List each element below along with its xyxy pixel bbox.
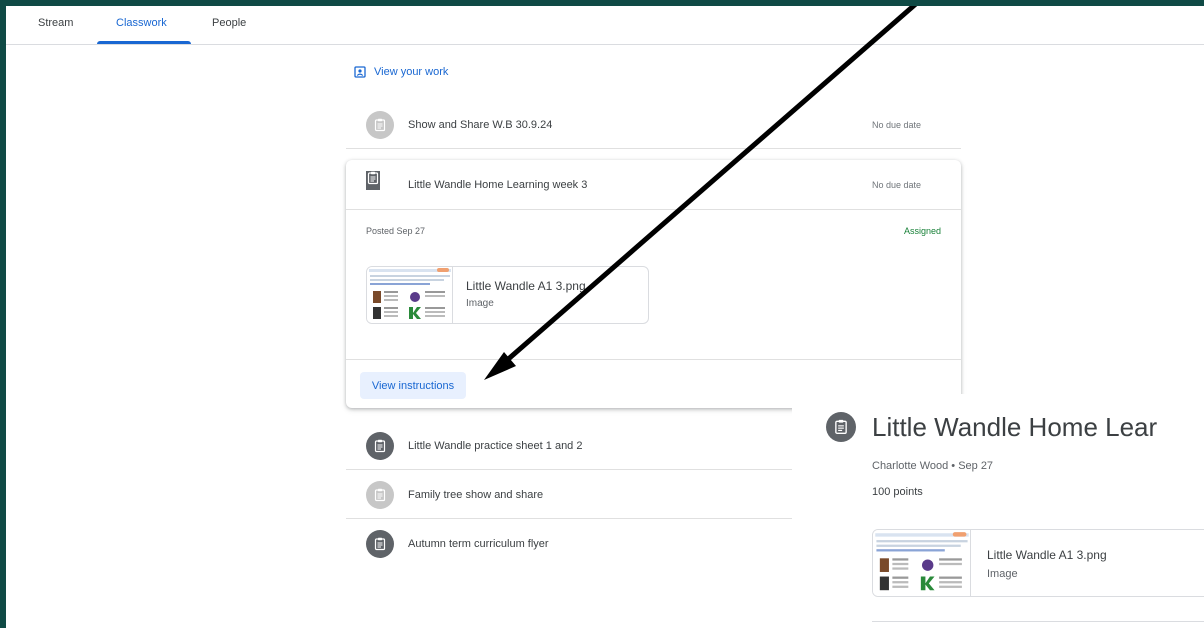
tab-stream[interactable]: Stream [38, 17, 73, 29]
assignment-icon [366, 481, 394, 509]
expanded-assignment-card: Little Wandle Home Learning week 3 No du… [346, 160, 961, 408]
tab-classwork[interactable]: Classwork [116, 17, 167, 29]
view-instructions-button[interactable]: View instructions [360, 372, 466, 399]
detail-meta: Charlotte Wood • Sep 27 [872, 460, 994, 472]
detail-title: Little Wandle Home Lear [872, 412, 1158, 442]
item-title: Family tree show and share [408, 488, 544, 501]
posted-date: Posted Sep 27 [366, 226, 426, 236]
attachment-type: Image [466, 298, 494, 309]
assignment-icon [826, 412, 856, 442]
detail-attachment-card[interactable]: Little Wandle A1 3.png Image [872, 529, 1204, 597]
assignment-icon [366, 111, 394, 139]
attachment-name: Little Wandle A1 3.png [466, 279, 586, 293]
item-title: Little Wandle practice sheet 1 and 2 [408, 439, 583, 452]
classroom-frame: Stream Classwork People View your work S… [6, 6, 1204, 628]
active-tab-indicator [97, 41, 191, 44]
view-work-icon [354, 66, 366, 78]
view-your-work-link[interactable]: View your work [354, 66, 448, 78]
attachment-type: Image [987, 568, 1018, 580]
classwork-item[interactable]: Show and Share W.B 30.9.24 No due date [346, 101, 961, 149]
thumbnail-image [873, 530, 971, 596]
assignment-icon [366, 530, 394, 558]
divider [872, 621, 1204, 622]
tab-people[interactable]: People [212, 17, 246, 29]
assignment-icon [366, 432, 394, 460]
item-title: Little Wandle Home Learning week 3 [408, 179, 588, 191]
item-due: No due date [871, 180, 921, 190]
assignment-icon [366, 171, 380, 190]
tab-bar: Stream Classwork People [6, 6, 1204, 45]
assignment-detail-overlay: Little Wandle Home Lear Charlotte Wood •… [792, 394, 1204, 628]
thumbnail-image [367, 267, 453, 323]
view-your-work-label: View your work [374, 66, 449, 78]
card-header[interactable]: Little Wandle Home Learning week 3 No du… [346, 160, 961, 210]
status-badge: Assigned [903, 226, 941, 236]
item-due: No due date [871, 119, 921, 130]
detail-points: 100 points [872, 486, 923, 498]
item-title: Autumn term curriculum flyer [408, 538, 549, 550]
item-title: Show and Share W.B 30.9.24 [408, 118, 553, 131]
attachment-name: Little Wandle A1 3.png [987, 548, 1107, 562]
attachment-card[interactable]: Little Wandle A1 3.png Image [366, 266, 649, 324]
